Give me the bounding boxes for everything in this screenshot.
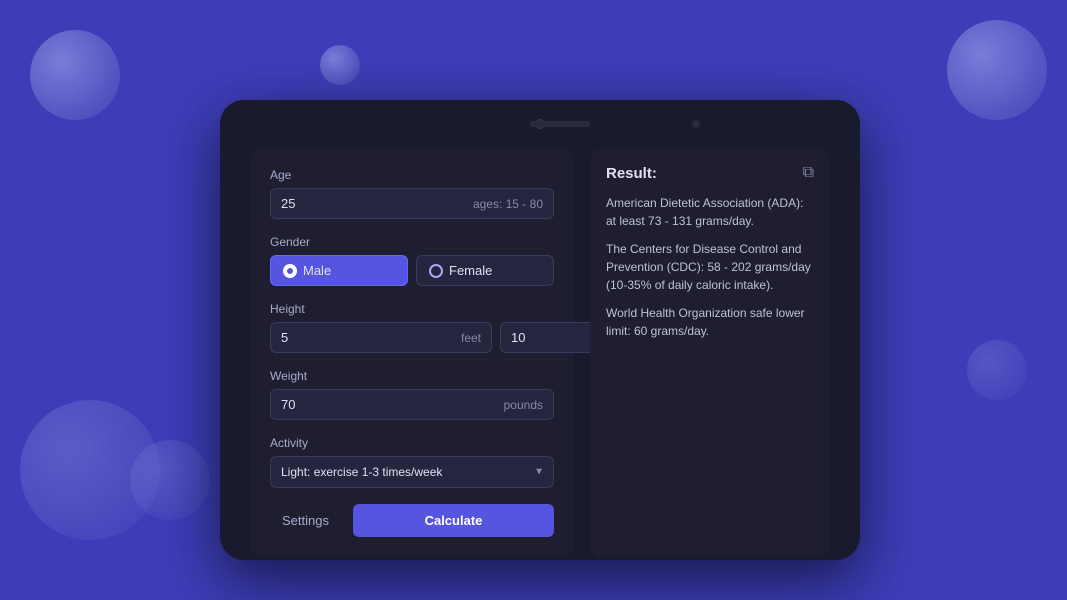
weight-group: Weight pounds — [270, 369, 554, 420]
result-panel: Result: ⧉ American Dietetic Association … — [590, 148, 830, 557]
age-hint: ages: 15 - 80 — [473, 197, 543, 211]
result-text: American Dietetic Association (ADA): at … — [606, 194, 814, 340]
gender-row: Male Female — [270, 255, 554, 286]
height-group: Height feet inches — [270, 302, 554, 353]
result-header: Result: ⧉ — [606, 164, 814, 182]
tablet-top-bar — [220, 100, 860, 148]
height-feet-input[interactable] — [281, 330, 457, 345]
female-radio-dot — [429, 264, 443, 278]
gender-label: Gender — [270, 235, 554, 249]
bg-circle-6 — [967, 340, 1027, 400]
calculate-button[interactable]: Calculate — [353, 504, 554, 537]
feet-unit: feet — [461, 331, 481, 345]
bg-circle-3 — [947, 20, 1047, 120]
settings-button[interactable]: Settings — [270, 505, 341, 536]
gender-female-option[interactable]: Female — [416, 255, 554, 286]
gender-male-option[interactable]: Male — [270, 255, 408, 286]
copy-icon[interactable]: ⧉ — [803, 164, 814, 182]
age-group: Age ages: 15 - 80 — [270, 168, 554, 219]
height-feet-wrapper: feet — [270, 322, 492, 353]
app-content: Age ages: 15 - 80 Gender Male Female — [250, 148, 830, 557]
weight-unit: pounds — [504, 398, 543, 412]
activity-group: Activity Sedentary: little or no exercis… — [270, 436, 554, 488]
activity-select[interactable]: Sedentary: little or no exercise Light: … — [270, 456, 554, 488]
height-label: Height — [270, 302, 554, 316]
result-line-2: The Centers for Disease Control and Prev… — [606, 240, 814, 294]
result-line-1: American Dietetic Association (ADA): at … — [606, 194, 814, 230]
activity-select-wrap: Sedentary: little or no exercise Light: … — [270, 456, 554, 488]
height-row: feet inches — [270, 322, 554, 353]
bg-circle-2 — [320, 45, 360, 85]
weight-input[interactable] — [281, 397, 500, 412]
bg-circle-1 — [30, 30, 120, 120]
form-panel: Age ages: 15 - 80 Gender Male Female — [250, 148, 574, 557]
age-input-wrapper: ages: 15 - 80 — [270, 188, 554, 219]
activity-label: Activity — [270, 436, 554, 450]
gender-female-label: Female — [449, 263, 492, 278]
result-line-3: World Health Organization safe lower lim… — [606, 304, 814, 340]
tablet-speaker — [530, 121, 590, 127]
tablet-sensor — [692, 120, 700, 128]
gender-male-label: Male — [303, 263, 331, 278]
weight-label: Weight — [270, 369, 554, 383]
weight-input-wrapper: pounds — [270, 389, 554, 420]
button-row: Settings Calculate — [270, 504, 554, 537]
male-radio-dot — [283, 264, 297, 278]
age-input[interactable] — [281, 196, 469, 211]
age-label: Age — [270, 168, 554, 182]
gender-group: Gender Male Female — [270, 235, 554, 286]
result-title: Result: — [606, 165, 657, 182]
bg-circle-5 — [130, 440, 210, 520]
tablet-frame: Age ages: 15 - 80 Gender Male Female — [220, 100, 860, 560]
